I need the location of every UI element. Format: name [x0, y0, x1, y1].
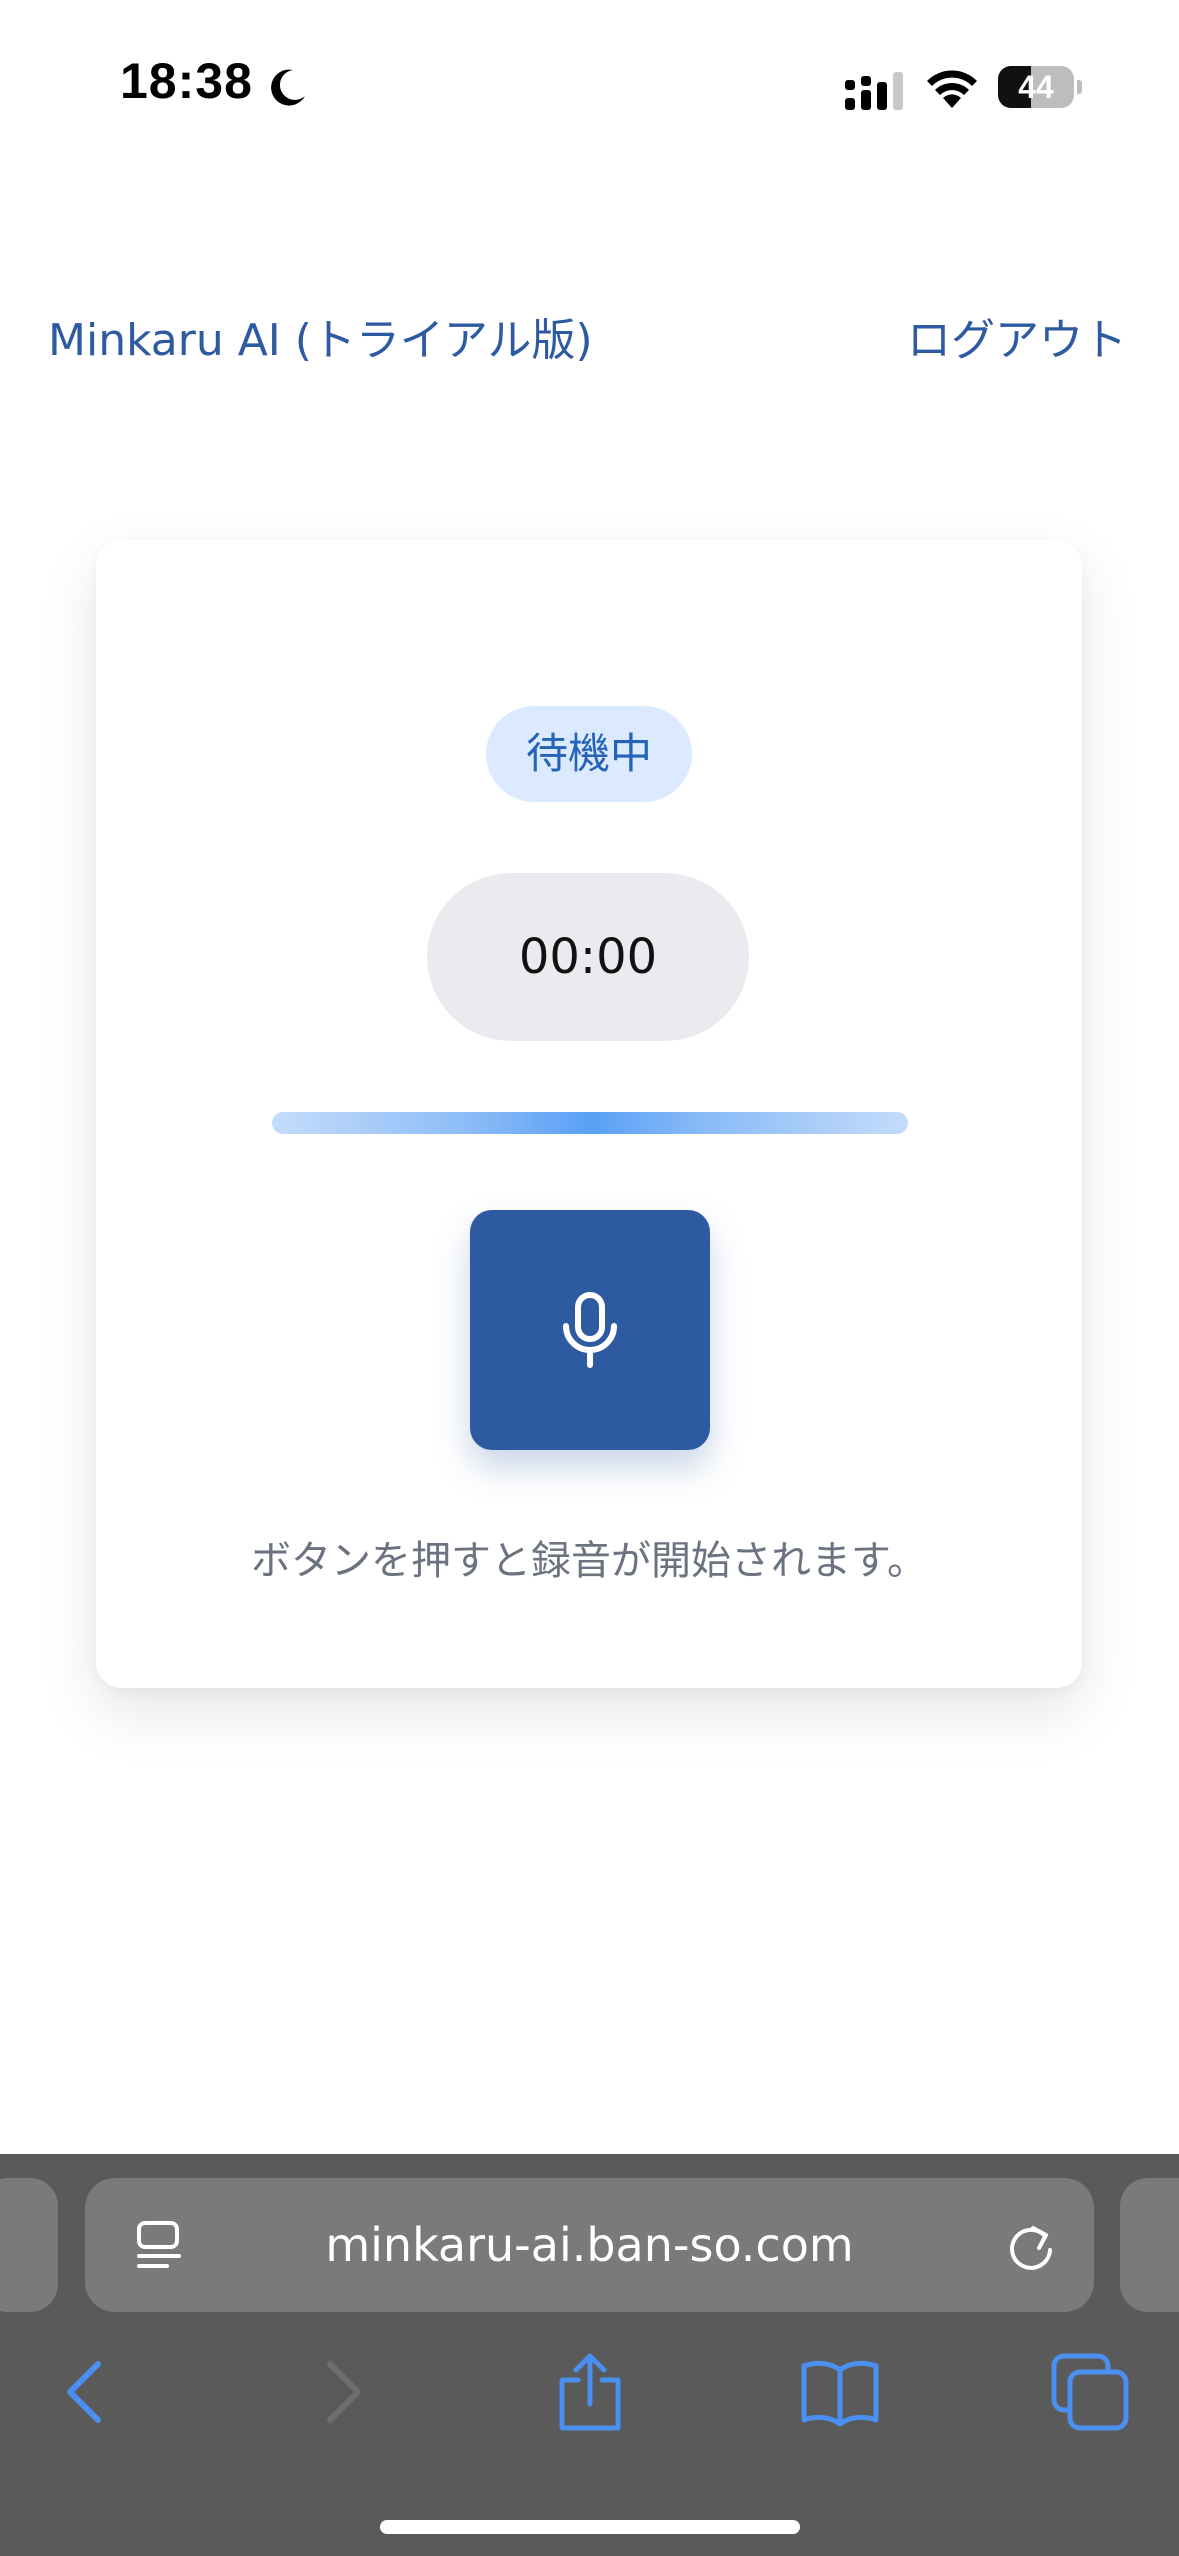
status-bar: 18:38 44: [0, 0, 1179, 170]
recording-hint: ボタンを押すと録音が開始されます。: [251, 1538, 927, 1584]
bookmarks-icon: [801, 2360, 879, 2427]
share-icon: [559, 2353, 621, 2431]
battery-icon: 44: [998, 66, 1082, 108]
logout-link[interactable]: ログアウト: [907, 304, 1127, 368]
recording-timer: 00:00: [427, 873, 749, 1041]
next-tab-preview[interactable]: [1120, 2178, 1179, 2312]
home-indicator: [380, 2520, 800, 2534]
share-button[interactable]: [548, 2350, 632, 2434]
record-button[interactable]: [470, 1210, 710, 1450]
recorder-card: 待機中 00:00 ボタンを押すと録音が開始されます。: [96, 540, 1082, 1688]
back-button[interactable]: [46, 2350, 130, 2434]
reload-icon[interactable]: [1005, 2220, 1057, 2272]
app-header: Minkaru AI (トライアル版) ログアウト: [0, 290, 1179, 380]
previous-tab-preview[interactable]: [0, 2178, 58, 2312]
app-title: Minkaru AI (トライアル版): [48, 315, 593, 366]
back-icon: [67, 2361, 101, 2423]
audio-level-meter: [272, 1112, 908, 1134]
status-time: 18:38: [120, 53, 253, 109]
moon-icon: [271, 69, 305, 106]
cellular-signal-icon: [845, 72, 903, 110]
forward-icon: [327, 2361, 361, 2423]
address-bar[interactable]: minkaru-ai.ban-so.com: [85, 2178, 1094, 2312]
battery-level: 44: [1018, 69, 1054, 105]
status-badge: 待機中: [486, 706, 692, 802]
tabs-button[interactable]: [1048, 2350, 1132, 2434]
wifi-icon: [927, 70, 977, 108]
bookmarks-button[interactable]: [798, 2350, 882, 2434]
microphone-icon: [563, 1292, 617, 1368]
tabs-icon: [1051, 2353, 1129, 2431]
forward-button[interactable]: [298, 2350, 382, 2434]
url-text: minkaru-ai.ban-so.com: [325, 2218, 854, 2272]
browser-toolbar: minkaru-ai.ban-so.com: [0, 2154, 1179, 2556]
